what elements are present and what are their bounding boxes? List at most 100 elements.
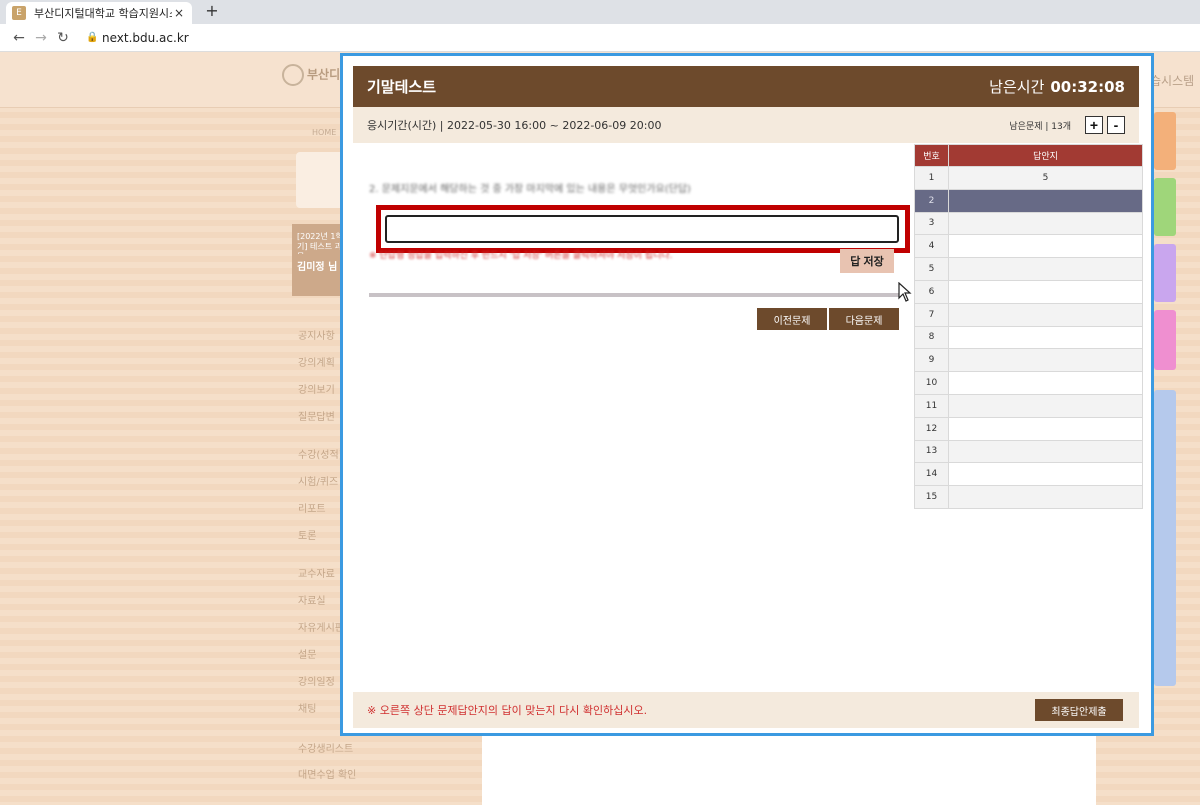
answer-sheet-header-number: 번호 <box>914 144 949 167</box>
background-menu-item: 토론 <box>298 531 317 542</box>
background-menu-item: 수강생리스트 <box>298 744 354 755</box>
back-arrow-icon[interactable]: ← <box>8 30 30 46</box>
answer-sheet-answer <box>948 279 1143 304</box>
answer-sheet-number: 3 <box>914 211 949 236</box>
browser-tab[interactable]: E 부산디지털대학교 학습지원시스 × <box>6 2 192 24</box>
answer-sheet-number: 1 <box>914 166 949 190</box>
answer-sheet-row[interactable]: 14 <box>914 462 1143 487</box>
answer-sheet-row[interactable]: 3 <box>914 211 1143 236</box>
background-box <box>296 152 346 208</box>
answer-sheet-row[interactable]: 7 <box>914 302 1143 327</box>
answer-sheet-answer <box>948 416 1143 441</box>
background-menu-item: 강의계획 <box>298 358 335 369</box>
answer-sheet-row[interactable]: 2 <box>914 188 1143 213</box>
answer-sheet-row[interactable]: 5 <box>914 257 1143 281</box>
background-right-tile-blue <box>1154 390 1176 686</box>
background-menu-item: 채팅 <box>298 704 317 715</box>
answer-sheet-answer <box>948 371 1143 395</box>
answer-sheet-row[interactable]: 8 <box>914 325 1143 350</box>
answer-sheet-answer: 5 <box>948 166 1143 190</box>
exam-header: 기말테스트 남은시간 00:32:08 <box>353 66 1139 107</box>
exam-info-bar: 응시기간(시간) | 2022-05-30 16:00 ~ 2022-06-09… <box>353 107 1139 143</box>
footer-note: ※ 오른쪽 상단 문제답안지의 답이 맞는지 다시 확인하십시오. <box>367 704 648 717</box>
background-course-label: [2022년 1학기] 테스트 과목 <box>297 232 343 254</box>
url-field[interactable]: next.bdu.ac.kr <box>102 31 189 45</box>
answer-sheet-number: 9 <box>914 348 949 373</box>
final-submit-button[interactable]: 최종답안제출 <box>1035 699 1123 721</box>
exam-period: 응시기간(시간) | 2022-05-30 16:00 ~ 2022-06-09… <box>367 119 662 132</box>
answer-sheet-answer <box>948 325 1143 350</box>
answer-sheet-number: 12 <box>914 416 949 441</box>
background-menu-item: 강의일정 <box>298 677 335 688</box>
answer-sheet-row[interactable]: 15 <box>914 485 1143 509</box>
answer-sheet-header-answer: 답안지 <box>948 144 1143 167</box>
answer-sheet-number: 2 <box>914 188 949 213</box>
previous-question-button[interactable]: 이전문제 <box>757 308 827 330</box>
progress-divider <box>369 293 899 297</box>
site-favicon-icon: E <box>12 6 26 20</box>
next-question-button[interactable]: 다음문제 <box>829 308 899 330</box>
zoom-in-button[interactable]: + <box>1085 116 1103 134</box>
background-system-name: 습시스템 <box>1150 74 1195 88</box>
answer-sheet-table: 번호 답안지 1 5 2 3 4 5 6 7 8 9 10 11 12 13 14 15 <box>914 144 1143 509</box>
answer-sheet-answer <box>948 462 1143 487</box>
background-content-area <box>482 732 1096 805</box>
answer-sheet-row[interactable]: 9 <box>914 348 1143 373</box>
forward-arrow-icon[interactable]: → <box>30 30 52 46</box>
background-user-name: 김미정 님 <box>297 262 338 273</box>
background-menu-item: 리포트 <box>298 504 326 515</box>
zoom-out-button[interactable]: - <box>1107 116 1125 134</box>
answer-sheet-row[interactable]: 4 <box>914 234 1143 259</box>
answer-sheet-number: 7 <box>914 302 949 327</box>
answer-sheet-answer <box>948 348 1143 373</box>
close-tab-icon[interactable]: × <box>172 6 186 20</box>
answer-sheet-number: 11 <box>914 393 949 418</box>
answer-sheet-number: 4 <box>914 234 949 259</box>
answer-sheet-row[interactable]: 12 <box>914 416 1143 441</box>
answer-sheet-row[interactable]: 13 <box>914 439 1143 464</box>
save-answer-button[interactable]: 답 저장 <box>840 249 894 273</box>
answer-sheet-number: 14 <box>914 462 949 487</box>
new-tab-button[interactable]: + <box>202 2 222 22</box>
answer-sheet-number: 10 <box>914 371 949 395</box>
background-home-link: HOME <box>312 128 337 137</box>
background-right-tile-green <box>1154 178 1176 236</box>
answer-sheet-number: 5 <box>914 257 949 281</box>
background-right-tile-orange <box>1154 112 1176 170</box>
exam-title: 기말테스트 <box>367 78 437 96</box>
answer-sheet-answer <box>948 393 1143 418</box>
answer-sheet-row[interactable]: 6 <box>914 279 1143 304</box>
answer-sheet-answer <box>948 257 1143 281</box>
answer-input[interactable] <box>385 215 899 243</box>
remaining-questions: 남은문제 | 13개 <box>1009 121 1071 132</box>
background-menu-item: 설문 <box>298 650 317 661</box>
question-text: 2. 문제지문에서 해당하는 것 중 가장 마지막에 있는 내용은 무엇인가요(… <box>369 184 691 195</box>
background-menu-item: 교수자료 <box>298 569 335 580</box>
answer-sheet-number: 6 <box>914 279 949 304</box>
answer-sheet-answer <box>948 234 1143 259</box>
background-logo: 부산디 <box>282 64 342 94</box>
exam-footer: ※ 오른쪽 상단 문제답안지의 답이 맞는지 다시 확인하십시오. 최종답안제출 <box>353 692 1139 728</box>
background-menu-item: 자료실 <box>298 596 326 607</box>
answer-sheet-answer <box>948 439 1143 464</box>
background-right-tile-purple <box>1154 244 1176 302</box>
answer-sheet-answer <box>948 485 1143 509</box>
address-bar: ← → ↻ 🔒 next.bdu.ac.kr <box>0 24 1200 52</box>
answer-sheet-row[interactable]: 10 <box>914 371 1143 395</box>
reload-icon[interactable]: ↻ <box>52 30 74 46</box>
answer-sheet-row[interactable]: 11 <box>914 393 1143 418</box>
save-note: ※ 단답형 정답을 입력하신 후 반드시 '답 저장' 버튼을 클릭하셔야 저장… <box>369 251 673 261</box>
background-menu-item: 질문답변 <box>298 412 335 423</box>
answer-sheet-number: 15 <box>914 485 949 509</box>
background-menu-item: 수강(성적) <box>298 450 343 461</box>
background-menu-item: 공지사항 <box>298 331 335 342</box>
timer-label: 남은시간 <box>989 78 1045 96</box>
answer-sheet-answer <box>948 211 1143 236</box>
answer-sheet-answer <box>948 302 1143 327</box>
background-menu-item: 시험/퀴즈 <box>298 477 339 488</box>
lock-icon[interactable]: 🔒 <box>86 32 98 43</box>
background-menu-item: 자유게시판 <box>298 623 344 634</box>
mouse-cursor-icon <box>898 282 912 302</box>
answer-sheet-row[interactable]: 15 <box>914 166 1143 190</box>
timer-value: 00:32:08 <box>1050 77 1125 96</box>
